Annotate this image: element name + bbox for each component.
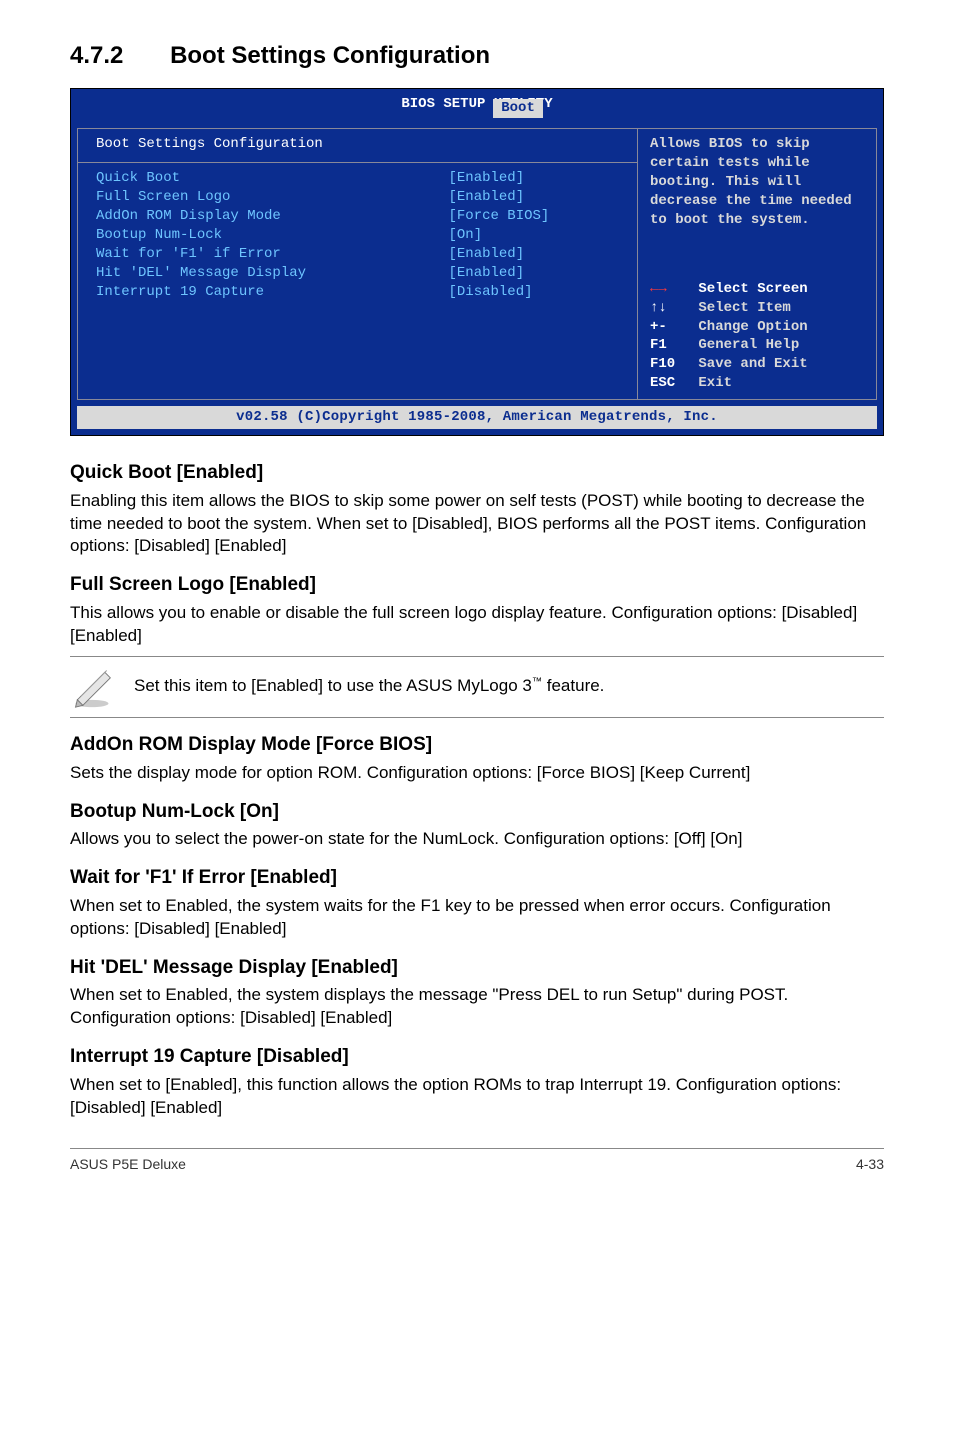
section-number: 4.7.2 (70, 40, 123, 72)
bios-key-legend: ←→ Select Screen ↑↓ Select Item +- Chang… (650, 280, 864, 393)
bios-tab-boot: Boot (493, 99, 543, 118)
bios-help-text: Allows BIOS to skip certain tests while … (650, 135, 864, 229)
body-full-screen-logo: This allows you to enable or disable the… (70, 602, 884, 648)
heading-full-screen-logo: Full Screen Logo [Enabled] (70, 572, 884, 598)
body-hit-del: When set to Enabled, the system displays… (70, 984, 884, 1030)
bios-left-panel: Boot Settings Configuration Quick Boot[E… (77, 128, 637, 400)
body-addon: Sets the display mode for option ROM. Co… (70, 762, 884, 785)
trademark-symbol: ™ (532, 677, 542, 688)
bios-screenshot: BIOS SETUP UTILITY Boot Boot Settings Co… (70, 88, 884, 436)
bios-row: Wait for 'F1' if Error[Enabled] (96, 245, 619, 264)
bios-header: BIOS SETUP UTILITY Boot (71, 89, 883, 114)
note-box: Set this item to [Enabled] to use the AS… (70, 656, 884, 718)
bios-right-panel: Allows BIOS to skip certain tests while … (637, 128, 877, 400)
note-text: Set this item to [Enabled] to use the AS… (134, 675, 884, 698)
body-int19: When set to [Enabled], this function all… (70, 1074, 884, 1120)
footer-right: 4-33 (856, 1155, 884, 1174)
bios-row: AddOn ROM Display Mode[Force BIOS] (96, 207, 619, 226)
body-wait-f1: When set to Enabled, the system waits fo… (70, 895, 884, 941)
heading-numlock: Bootup Num-Lock [On] (70, 799, 884, 825)
body-quick-boot: Enabling this item allows the BIOS to sk… (70, 490, 884, 559)
bios-row: Quick Boot[Enabled] (96, 169, 619, 188)
bios-row: Full Screen Logo[Enabled] (96, 188, 619, 207)
pencil-icon (70, 665, 114, 709)
bios-left-title: Boot Settings Configuration (96, 135, 619, 154)
body-numlock: Allows you to select the power-on state … (70, 828, 884, 851)
bios-row: Bootup Num-Lock[On] (96, 226, 619, 245)
heading-hit-del: Hit 'DEL' Message Display [Enabled] (70, 955, 884, 981)
heading-quick-boot: Quick Boot [Enabled] (70, 460, 884, 486)
bios-row: Interrupt 19 Capture[Disabled] (96, 283, 619, 302)
page-footer: ASUS P5E Deluxe 4-33 (70, 1148, 884, 1174)
heading-wait-f1: Wait for 'F1' If Error [Enabled] (70, 865, 884, 891)
bios-footer: v02.58 (C)Copyright 1985-2008, American … (77, 406, 877, 429)
footer-left: ASUS P5E Deluxe (70, 1155, 186, 1174)
bios-settings-table: Quick Boot[Enabled] Full Screen Logo[Ena… (96, 169, 619, 301)
heading-addon: AddOn ROM Display Mode [Force BIOS] (70, 732, 884, 758)
section-heading: 4.7.2 Boot Settings Configuration (70, 40, 884, 72)
bios-row: Hit 'DEL' Message Display[Enabled] (96, 264, 619, 283)
heading-int19: Interrupt 19 Capture [Disabled] (70, 1044, 884, 1070)
section-title-text: Boot Settings Configuration (170, 42, 490, 69)
